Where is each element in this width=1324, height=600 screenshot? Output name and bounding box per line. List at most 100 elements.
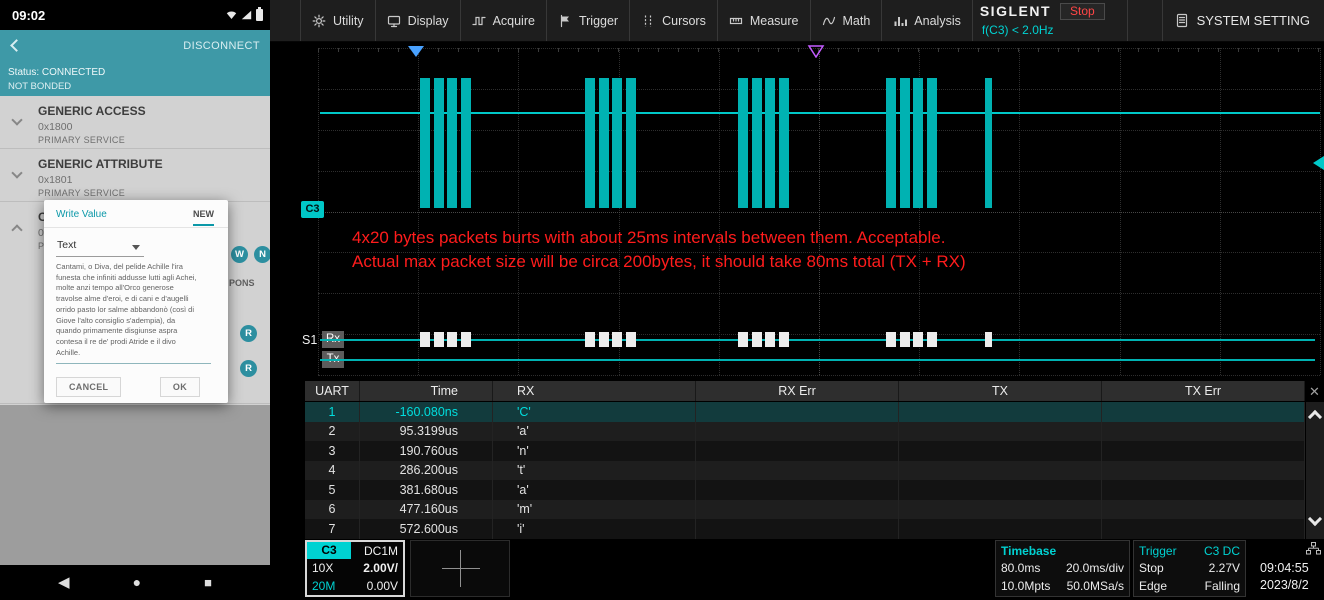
service-row[interactable]: GENERIC ATTRIBUTE 0x1801 PRIMARY SERVICE	[0, 149, 270, 202]
menu-item-acquire[interactable]: Acquire	[461, 0, 547, 41]
uart-table-row[interactable]: 6 477.160us'm'	[305, 499, 1305, 519]
cursors-icon	[641, 14, 655, 28]
menu-item-trigger[interactable]: Trigger	[547, 0, 631, 41]
disconnect-button[interactable]: DISCONNECT	[183, 40, 260, 52]
tx-value	[899, 519, 1102, 539]
measure-icon	[729, 14, 743, 28]
nav-recents-icon[interactable]	[204, 574, 212, 592]
partial-property-label: PONS	[229, 278, 255, 288]
chevron-down-icon[interactable]	[11, 167, 23, 179]
property-badge-w-icon[interactable]: W	[231, 246, 248, 263]
menu-item-math[interactable]: Math	[811, 0, 883, 41]
waveform-burst	[899, 78, 910, 208]
rx-value: 't'	[493, 460, 696, 480]
scroll-down-icon[interactable]	[1306, 511, 1324, 537]
cursor-info-box	[410, 540, 510, 597]
menu-item-utility[interactable]: Utility	[301, 0, 376, 41]
property-badge-r-icon[interactable]: R	[240, 360, 257, 377]
acquisition-status[interactable]: Stop	[1060, 2, 1105, 20]
uart-table-row[interactable]: 2 95.3199us'a'	[305, 421, 1305, 441]
uart-table-row[interactable]: 7 572.600us'i'	[305, 519, 1305, 539]
waveform-burst	[765, 78, 775, 208]
scroll-up-icon[interactable]	[1306, 404, 1324, 430]
menu-item-label: Cursors	[662, 13, 706, 28]
table-scrollbar[interactable]	[1306, 402, 1324, 539]
channel-coupling: DC1M	[363, 543, 398, 558]
dialog-header: Write Value NEW	[44, 200, 228, 228]
service-uuid: 0x1801	[38, 174, 73, 186]
tx-err-value	[1102, 480, 1305, 500]
oscilloscope-screen: Utility Display Acquire Trigger Cursors Measu…	[270, 0, 1324, 600]
nav-back-icon[interactable]	[58, 573, 70, 592]
decoded-frame-block	[751, 332, 762, 347]
trigger-row-2: Stop 2.27V	[1139, 560, 1240, 578]
dialog-tab-new[interactable]: NEW	[193, 209, 214, 226]
bond-status-text: NOT BONDED	[8, 81, 72, 92]
rx-err-value	[696, 480, 899, 500]
time-value: 381.680us	[360, 480, 493, 500]
back-icon[interactable]	[10, 39, 23, 52]
trigger-level-marker[interactable]	[1313, 156, 1324, 170]
dialog-actions: CANCEL OK	[44, 370, 228, 403]
value-text-line: molte anzi tempo all'Orco generose	[56, 283, 174, 293]
c3-channel-marker[interactable]: C3	[301, 201, 324, 218]
trigger-position-marker[interactable]	[807, 45, 825, 58]
menu-item-label: Acquire	[492, 13, 535, 28]
memory-depth: 10.0Mpts	[1001, 578, 1051, 593]
grid-line	[318, 375, 1320, 376]
time-value: -160.080ns	[360, 402, 493, 422]
tx-err-value	[1102, 499, 1305, 519]
menu-item-label: Analysis	[914, 13, 961, 28]
ok-button[interactable]: OK	[159, 376, 200, 397]
property-badge-r-icon[interactable]: R	[240, 325, 257, 342]
row-index: 1	[305, 402, 360, 422]
tx-err-value	[1102, 421, 1305, 441]
decoded-frame-block	[420, 332, 430, 347]
format-dropdown[interactable]: Text	[56, 236, 144, 257]
time-value: 286.200us	[360, 460, 493, 480]
analysis-icon	[893, 14, 908, 28]
annotation-line-1: 4x20 bytes packets burts with about 25ms…	[352, 228, 946, 247]
row-index: 7	[305, 519, 360, 539]
grid-line	[318, 293, 1320, 295]
uart-table-row[interactable]: 3 190.760us'n'	[305, 441, 1305, 461]
waveform-burst	[447, 78, 457, 208]
uart-table-row[interactable]: 4 286.200us't'	[305, 460, 1305, 480]
waveform-burst	[886, 78, 896, 208]
chevron-down-icon[interactable]	[11, 114, 23, 126]
menu-item-analysis[interactable]: Analysis	[882, 0, 973, 41]
android-nav-bar	[0, 565, 270, 600]
cancel-button[interactable]: CANCEL	[56, 376, 122, 397]
trigger-delay-marker[interactable]	[408, 46, 424, 57]
probe-attenuation: 10X	[312, 561, 334, 575]
tx-decode-line	[320, 359, 1315, 361]
channel-c3-box[interactable]: C3 DC1M 10X 2.00V/ 20M 0.00V	[305, 540, 405, 597]
timebase-box[interactable]: Timebase 80.0ms 20.0ms/div 10.0Mpts 50.0…	[995, 540, 1130, 597]
column-header-rx-err: RX Err	[696, 381, 899, 401]
property-badge-n-icon[interactable]: N	[254, 246, 270, 263]
service-row[interactable]: GENERIC ACCESS 0x1800 PRIMARY SERVICE	[0, 96, 270, 149]
frequency-counter: f(C3) < 2.0Hz	[981, 23, 1054, 37]
time-value: 95.3199us	[360, 421, 493, 441]
scope-time: 09:04:55	[1260, 561, 1309, 575]
channel-offset: 0.00V	[366, 579, 398, 593]
network-icon[interactable]	[1306, 542, 1321, 560]
trigger-box[interactable]: Trigger C3 DC Stop 2.27V Edge Falling	[1133, 540, 1246, 597]
rx-value: 'n'	[493, 441, 696, 461]
uart-table-row[interactable]: 1 -160.080ns 'C'	[305, 402, 1305, 422]
decoded-frame-block	[447, 332, 457, 347]
timebase-row-1: Timebase	[1001, 542, 1124, 560]
dropdown-caret-icon	[132, 245, 140, 250]
menu-item-cursors[interactable]: Cursors	[630, 0, 718, 41]
channel-row-1: C3 DC1M	[307, 542, 403, 559]
chevron-up-icon[interactable]	[11, 224, 23, 236]
rx-value: 'i'	[493, 519, 696, 539]
menu-item-measure[interactable]: Measure	[718, 0, 811, 41]
menu-item-display[interactable]: Display	[376, 0, 461, 41]
close-table-icon[interactable]	[1309, 384, 1320, 400]
nav-home-icon[interactable]	[133, 574, 141, 592]
system-setting-button[interactable]: SYSTEM SETTING	[1161, 0, 1324, 41]
menu-item-label: Measure	[749, 13, 799, 28]
uart-table-row[interactable]: 5 381.680us'a'	[305, 480, 1305, 500]
value-text-field[interactable]: Cantami, o Diva, del pelide Achille l'ir…	[56, 262, 219, 361]
